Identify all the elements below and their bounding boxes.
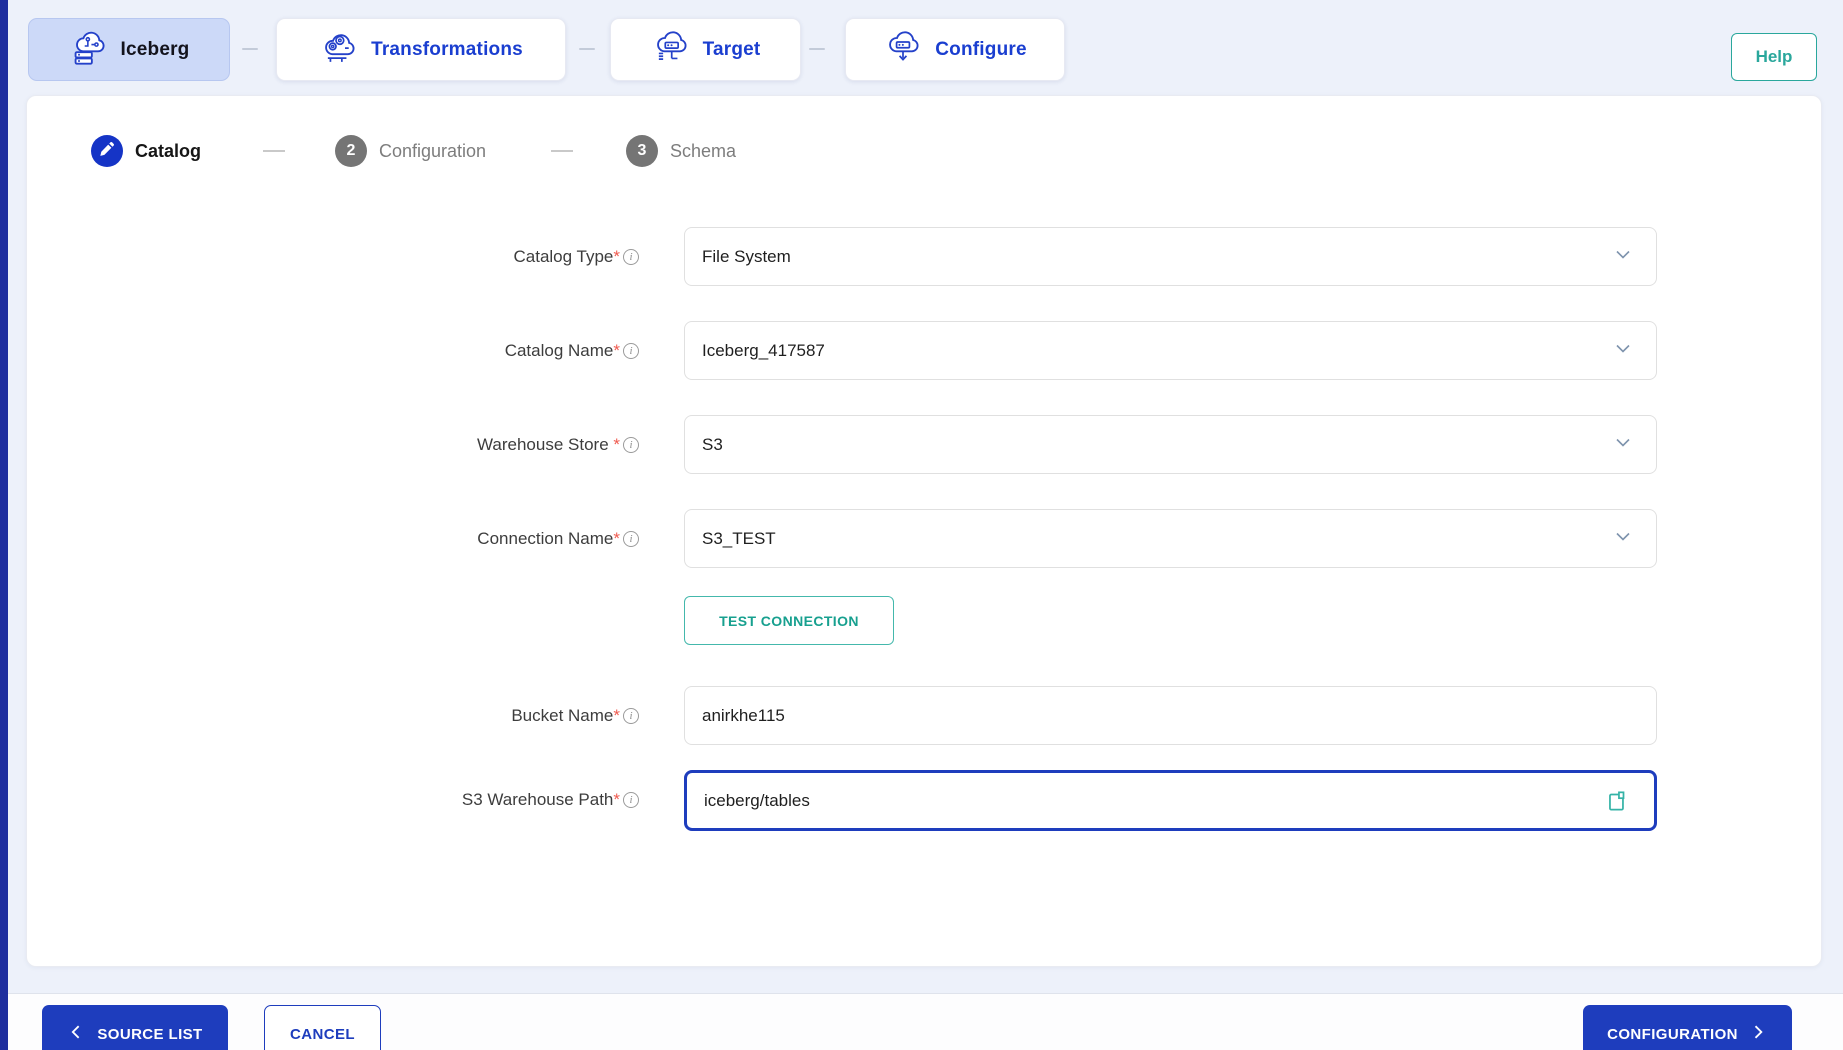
info-icon[interactable]: i <box>623 343 639 359</box>
catalog-name-label: Catalog Name*i <box>187 321 639 380</box>
left-accent-stripe <box>0 0 8 1050</box>
catalog-name-select[interactable]: Iceberg_417587 <box>684 321 1657 380</box>
step-schema-circle[interactable]: 3 <box>626 135 658 167</box>
bucket-name-label: Bucket Name*i <box>187 686 639 745</box>
info-icon[interactable]: i <box>623 708 639 724</box>
chevron-down-icon <box>1612 337 1634 364</box>
cloud-database-icon <box>651 27 691 72</box>
iceberg-catalog-setup-page: Iceberg Transformations Target <box>0 0 1843 1050</box>
configuration-button[interactable]: CONFIGURATION <box>1583 1005 1792 1050</box>
bucket-name-field <box>684 686 1657 745</box>
s3-warehouse-path-field <box>684 770 1657 831</box>
catalog-type-select[interactable]: File System <box>684 227 1657 286</box>
info-icon[interactable]: i <box>623 437 639 453</box>
tab-iceberg[interactable]: Iceberg <box>28 18 230 81</box>
tab-connector <box>809 48 825 50</box>
bucket-name-input[interactable] <box>685 706 1462 726</box>
chevron-down-icon <box>1612 243 1634 270</box>
chevron-down-icon <box>1612 431 1634 458</box>
copy-icon[interactable] <box>1604 788 1630 814</box>
tab-connector <box>242 48 258 50</box>
tab-connector <box>579 48 595 50</box>
cloud-gears-icon <box>319 27 359 72</box>
step-configuration-circle[interactable]: 2 <box>335 135 367 167</box>
connection-name-label: Connection Name*i <box>187 509 639 568</box>
test-connection-button[interactable]: TEST CONNECTION <box>684 596 894 645</box>
s3-warehouse-path-input[interactable] <box>687 791 1461 811</box>
info-icon[interactable]: i <box>623 792 639 808</box>
cloud-download-icon <box>883 27 923 72</box>
source-list-button[interactable]: SOURCE LIST <box>42 1005 228 1050</box>
step-connector <box>551 150 573 152</box>
tab-transformations[interactable]: Transformations <box>276 18 566 81</box>
tab-label: Configure <box>935 39 1027 61</box>
chevron-right-icon <box>1748 1022 1768 1046</box>
warehouse-store-label: Warehouse Store *i <box>187 415 639 474</box>
tab-configure[interactable]: Configure <box>845 18 1065 81</box>
help-button[interactable]: Help <box>1731 33 1817 81</box>
cancel-button[interactable]: CANCEL <box>264 1005 381 1050</box>
cloud-circuit-server-icon <box>69 27 109 72</box>
info-icon[interactable]: i <box>623 249 639 265</box>
tab-target[interactable]: Target <box>610 18 801 81</box>
pencil-icon <box>98 140 116 163</box>
step-catalog-label: Catalog <box>135 135 201 167</box>
step-connector <box>263 150 285 152</box>
footer-bar: SOURCE LIST CANCEL CONFIGURATION <box>0 993 1843 1050</box>
s3-warehouse-path-label: S3 Warehouse Path*i <box>187 770 639 829</box>
tab-label: Target <box>703 39 761 61</box>
step-catalog-circle[interactable] <box>91 135 123 167</box>
step-configuration-label: Configuration <box>379 135 486 167</box>
tab-label: Transformations <box>371 39 523 61</box>
connection-name-select[interactable]: S3_TEST <box>684 509 1657 568</box>
step-schema-label: Schema <box>670 135 736 167</box>
chevron-down-icon <box>1612 525 1634 552</box>
warehouse-store-select[interactable]: S3 <box>684 415 1657 474</box>
chevron-left-icon <box>67 1022 87 1046</box>
catalog-type-label: Catalog Type*i <box>187 227 639 286</box>
info-icon[interactable]: i <box>623 531 639 547</box>
tab-label: Iceberg <box>121 39 190 61</box>
catalog-form-card: Catalog 2 Configuration 3 Schema Catalog… <box>26 95 1822 967</box>
